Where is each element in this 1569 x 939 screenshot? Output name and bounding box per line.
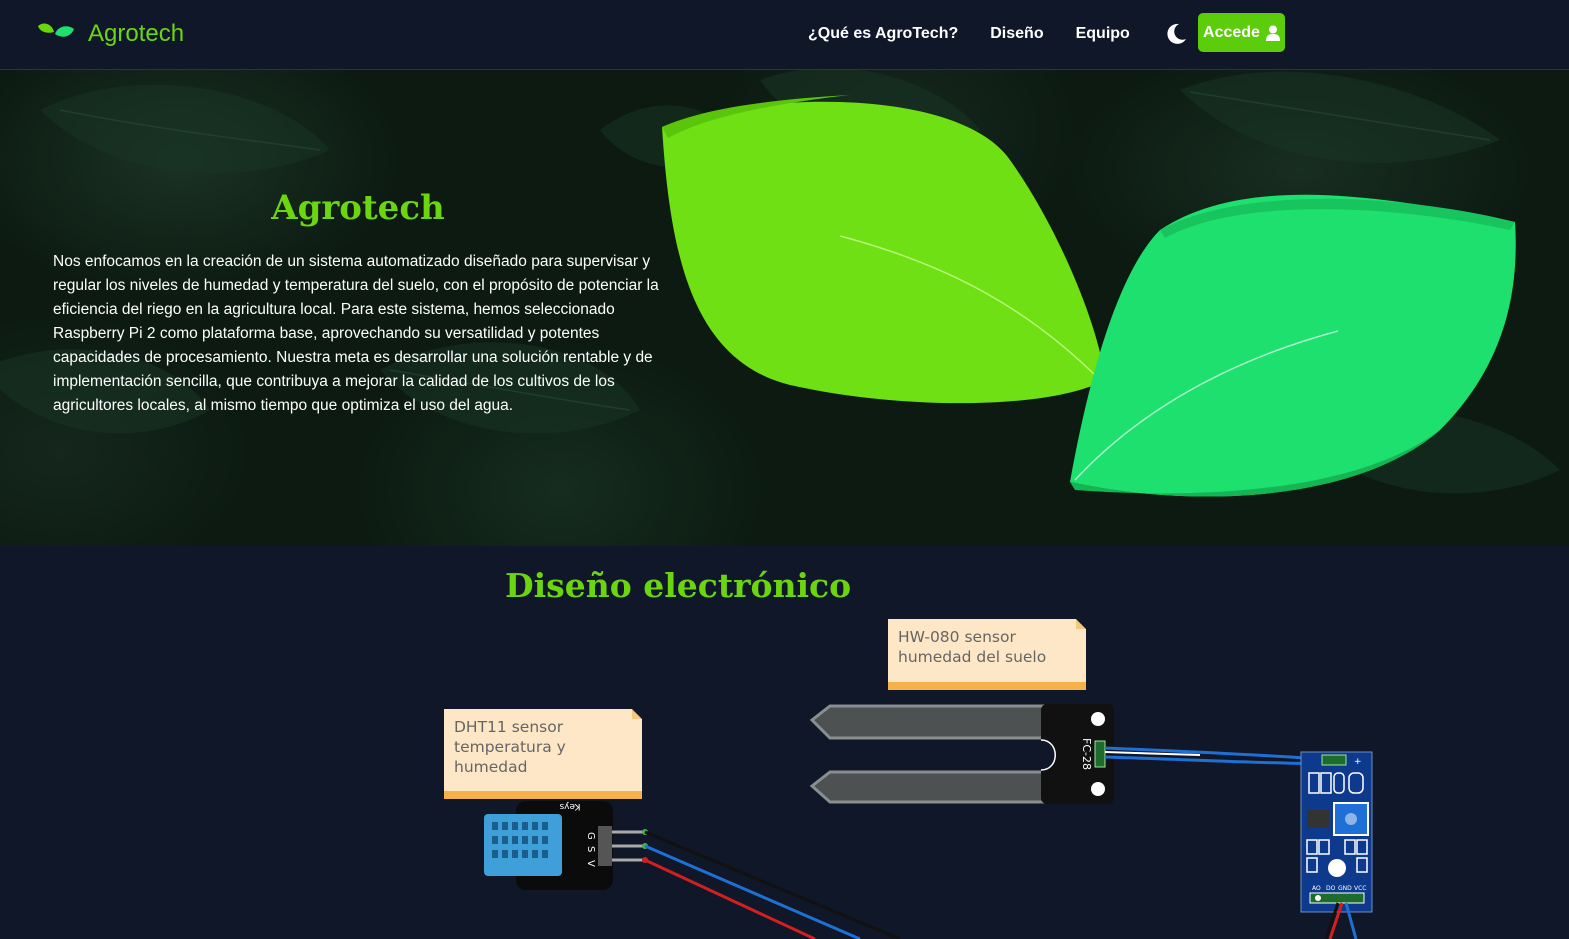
login-label: Accede [1203, 23, 1260, 41]
circuit-diagram: FC-28 + AO DO GND VCC Keys G S V [484, 704, 1373, 939]
dht-pin-v: V [585, 860, 596, 867]
login-button[interactable]: Accede [1198, 13, 1285, 52]
dht11-sensor: Keys G S V [484, 801, 901, 939]
nav-link-que-es[interactable]: ¿Qué es AgroTech? [808, 23, 958, 45]
leaf-large [662, 101, 1105, 404]
brand-name: Agrotech [88, 20, 185, 47]
fc28-probe: FC-28 [809, 704, 1114, 804]
dht-pin-s: S [585, 846, 596, 852]
dht-pin-g: G [585, 832, 596, 840]
leaves-illustration [662, 95, 1516, 497]
nav-link-diseno[interactable]: Diseño [990, 23, 1043, 45]
pin-do-label: DO [1326, 885, 1336, 892]
svg-text:+: + [1354, 757, 1362, 767]
navbar: Agrotech ¿Qué es AgroTech? Diseño Equipo… [0, 0, 1569, 70]
fc28-label: FC-28 [1080, 738, 1093, 770]
keys-label: Keys [559, 801, 580, 811]
brand-link[interactable]: Agrotech [36, 14, 184, 54]
note-hw080: HW-080 sensor humedad del suelo [888, 619, 1086, 690]
user-icon [1265, 25, 1280, 41]
leaves-icon [38, 23, 74, 37]
note-dht11: DHT11 sensor temperatura y humedad [444, 709, 642, 799]
hw080-module: + AO DO GND VCC [1300, 751, 1373, 939]
hero-section: Agrotech Nos enfocamos en la creación de… [0, 70, 1569, 546]
pin-vcc-label: VCC [1354, 885, 1366, 892]
leaf-small [1070, 194, 1516, 497]
moon-icon[interactable] [1164, 22, 1188, 46]
pin-ao-label: AO [1312, 885, 1321, 892]
pin-gnd-label: GND [1338, 885, 1352, 892]
nav-link-equipo[interactable]: Equipo [1076, 23, 1130, 45]
nav-links: ¿Qué es AgroTech? Diseño Equipo [808, 22, 1228, 46]
